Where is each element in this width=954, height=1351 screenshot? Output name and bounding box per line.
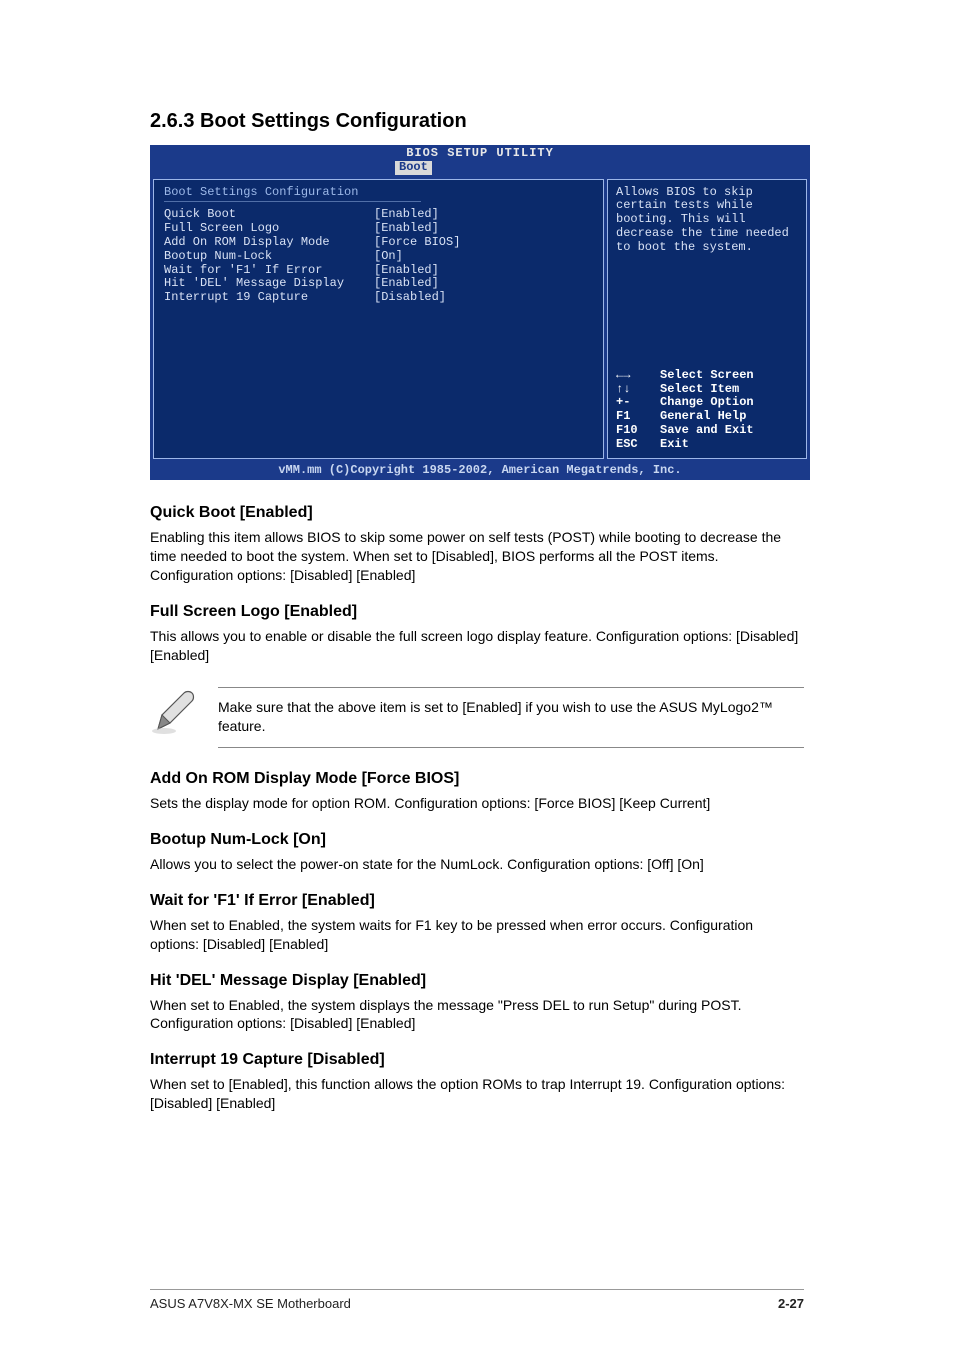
pencil-icon — [150, 687, 200, 737]
bios-item-value: [Force BIOS] — [374, 236, 460, 250]
bios-item-label: Hit 'DEL' Message Display — [164, 277, 374, 291]
bios-help-panel: Allows BIOS to skip certain tests while … — [607, 179, 807, 459]
bios-item-value: [Enabled] — [374, 264, 439, 278]
bios-nav-key: F10 — [616, 424, 660, 438]
option-heading: Interrupt 19 Capture [Disabled] — [150, 1051, 804, 1069]
option-body: Enabling this item allows BIOS to skip s… — [150, 528, 804, 585]
bios-item-label: Interrupt 19 Capture — [164, 291, 374, 305]
bios-tab-row: Boot — [150, 161, 810, 176]
bios-item-value: [Disabled] — [374, 291, 446, 305]
bios-item-label: Full Screen Logo — [164, 222, 374, 236]
bios-nav-desc: Change Option — [660, 396, 754, 410]
section-title: 2.6.3 Boot Settings Configuration — [150, 110, 804, 133]
option-heading: Add On ROM Display Mode [Force BIOS] — [150, 770, 804, 788]
bios-panel-heading: Boot Settings Configuration — [164, 186, 593, 200]
bios-left-panel: Boot Settings Configuration Quick Boot [… — [153, 179, 604, 459]
option-block: Quick Boot [Enabled] Enabling this item … — [150, 504, 804, 585]
bios-item-label: Add On ROM Display Mode — [164, 236, 374, 250]
bios-nav-desc: General Help — [660, 410, 746, 424]
bios-item: Quick Boot [Enabled] — [164, 208, 593, 222]
footer-page-number: 2-27 — [778, 1296, 804, 1311]
bios-nav-key: F1 — [616, 410, 660, 424]
bios-item: Wait for 'F1' If Error [Enabled] — [164, 264, 593, 278]
bios-nav-key: ↑↓ — [616, 383, 660, 397]
bios-nav-row: F10Save and Exit — [616, 424, 798, 438]
option-block: Wait for 'F1' If Error [Enabled] When se… — [150, 892, 804, 954]
option-heading: Quick Boot [Enabled] — [150, 504, 804, 522]
option-block: Add On ROM Display Mode [Force BIOS] Set… — [150, 770, 804, 813]
bios-tab-boot: Boot — [395, 161, 432, 175]
option-body: This allows you to enable or disable the… — [150, 627, 804, 665]
bios-nav-key: ←→ — [616, 369, 660, 383]
bios-item-value: [Enabled] — [374, 277, 439, 291]
option-body: When set to [Enabled], this function all… — [150, 1075, 804, 1113]
option-block: Full Screen Logo [Enabled] This allows y… — [150, 603, 804, 665]
bios-item-label: Wait for 'F1' If Error — [164, 264, 374, 278]
bios-nav-key: ESC — [616, 438, 660, 452]
option-heading: Hit 'DEL' Message Display [Enabled] — [150, 972, 804, 990]
bios-nav-row: ←→Select Screen — [616, 369, 798, 383]
bios-title: BIOS SETUP UTILITY — [406, 146, 554, 160]
bios-item: Bootup Num-Lock [On] — [164, 250, 593, 264]
bios-nav-key: +- — [616, 396, 660, 410]
bios-nav-desc: Save and Exit — [660, 424, 754, 438]
option-body: Sets the display mode for option ROM. Co… — [150, 794, 804, 813]
bios-footer: vMM.mm (C)Copyright 1985-2002, American … — [150, 462, 810, 481]
bios-item-value: [Enabled] — [374, 208, 439, 222]
option-body: When set to Enabled, the system waits fo… — [150, 916, 804, 954]
bios-header: BIOS SETUP UTILITY — [150, 145, 810, 161]
bios-help-text: Allows BIOS to skip certain tests while … — [616, 186, 798, 255]
option-block: Bootup Num-Lock [On] Allows you to selec… — [150, 831, 804, 874]
bios-nav-row: ↑↓Select Item — [616, 383, 798, 397]
bios-nav-row: ESCExit — [616, 438, 798, 452]
bios-item: Hit 'DEL' Message Display [Enabled] — [164, 277, 593, 291]
option-heading: Bootup Num-Lock [On] — [150, 831, 804, 849]
option-block: Interrupt 19 Capture [Disabled] When set… — [150, 1051, 804, 1113]
bios-item: Full Screen Logo [Enabled] — [164, 222, 593, 236]
bios-nav-desc: Exit — [660, 438, 689, 452]
bios-item-value: [Enabled] — [374, 222, 439, 236]
bios-item: Interrupt 19 Capture [Disabled] — [164, 291, 593, 305]
footer-left: ASUS A7V8X-MX SE Motherboard — [150, 1296, 351, 1311]
bios-item: Add On ROM Display Mode [Force BIOS] — [164, 236, 593, 250]
note: Make sure that the above item is set to … — [150, 687, 804, 748]
option-body: Allows you to select the power-on state … — [150, 855, 804, 874]
bios-item-label: Quick Boot — [164, 208, 374, 222]
bios-nav-list: ←→Select Screen ↑↓Select Item +-Change O… — [616, 369, 798, 452]
option-heading: Full Screen Logo [Enabled] — [150, 603, 804, 621]
bios-nav-row: +-Change Option — [616, 396, 798, 410]
option-block: Hit 'DEL' Message Display [Enabled] When… — [150, 972, 804, 1034]
option-body: When set to Enabled, the system displays… — [150, 996, 804, 1034]
bios-item-label: Bootup Num-Lock — [164, 250, 374, 264]
bios-nav-desc: Select Item — [660, 383, 739, 397]
bios-nav-row: F1General Help — [616, 410, 798, 424]
bios-separator — [164, 201, 421, 202]
page-footer: ASUS A7V8X-MX SE Motherboard 2-27 — [150, 1289, 804, 1311]
bios-screenshot: BIOS SETUP UTILITY Boot Boot Settings Co… — [150, 145, 810, 480]
bios-item-value: [On] — [374, 250, 403, 264]
option-heading: Wait for 'F1' If Error [Enabled] — [150, 892, 804, 910]
note-text: Make sure that the above item is set to … — [218, 687, 804, 748]
bios-nav-desc: Select Screen — [660, 369, 754, 383]
